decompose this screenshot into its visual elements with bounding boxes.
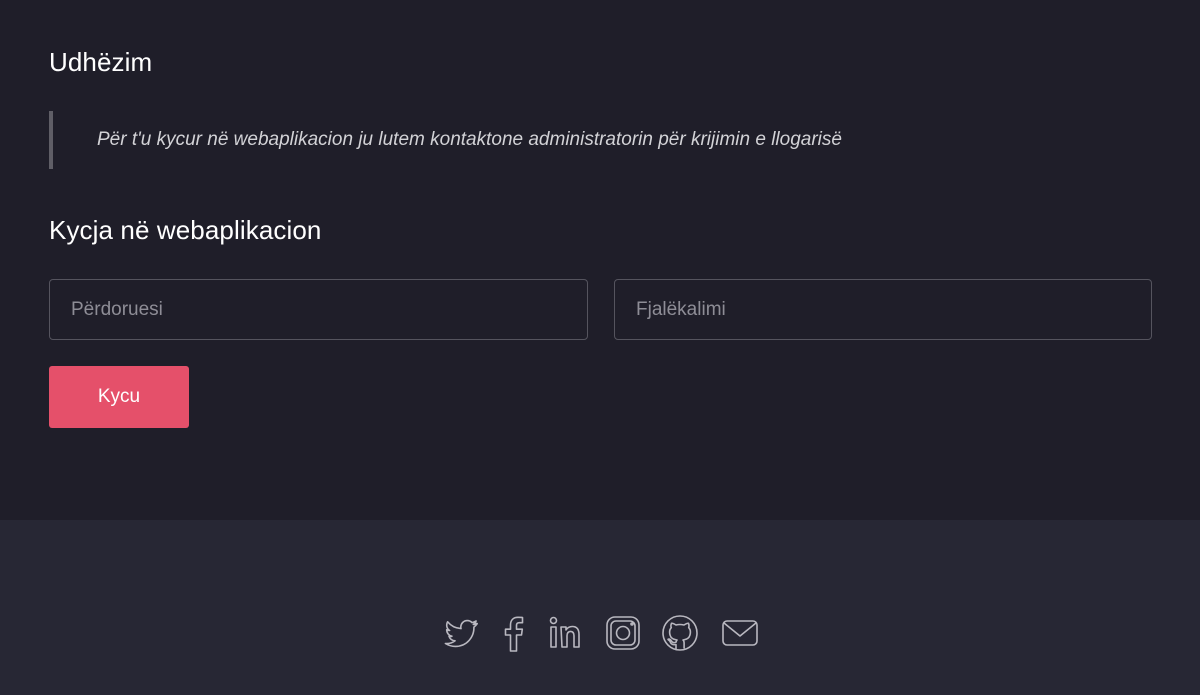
username-input[interactable] [49,279,588,340]
guide-notice-blockquote: Për t'u kycur në webaplikacion ju lutem … [49,111,1049,169]
guide-heading: Udhëzim [49,47,153,77]
footer [0,520,1200,695]
facebook-icon[interactable] [494,613,534,653]
github-icon[interactable] [660,613,700,653]
password-input[interactable] [614,279,1152,340]
twitter-icon[interactable] [441,613,481,653]
login-heading: Kycja në webaplikacion [49,215,322,245]
login-button[interactable]: Kycu [49,366,189,428]
mail-icon[interactable] [720,613,760,653]
main-content: Udhëzim Për t'u kycur në webaplikacion j… [0,0,1200,520]
linkedin-icon[interactable] [547,613,587,653]
guide-notice-text: Për t'u kycur në webaplikacion ju lutem … [97,129,842,150]
social-links [0,613,1200,655]
instagram-icon[interactable] [603,613,643,653]
